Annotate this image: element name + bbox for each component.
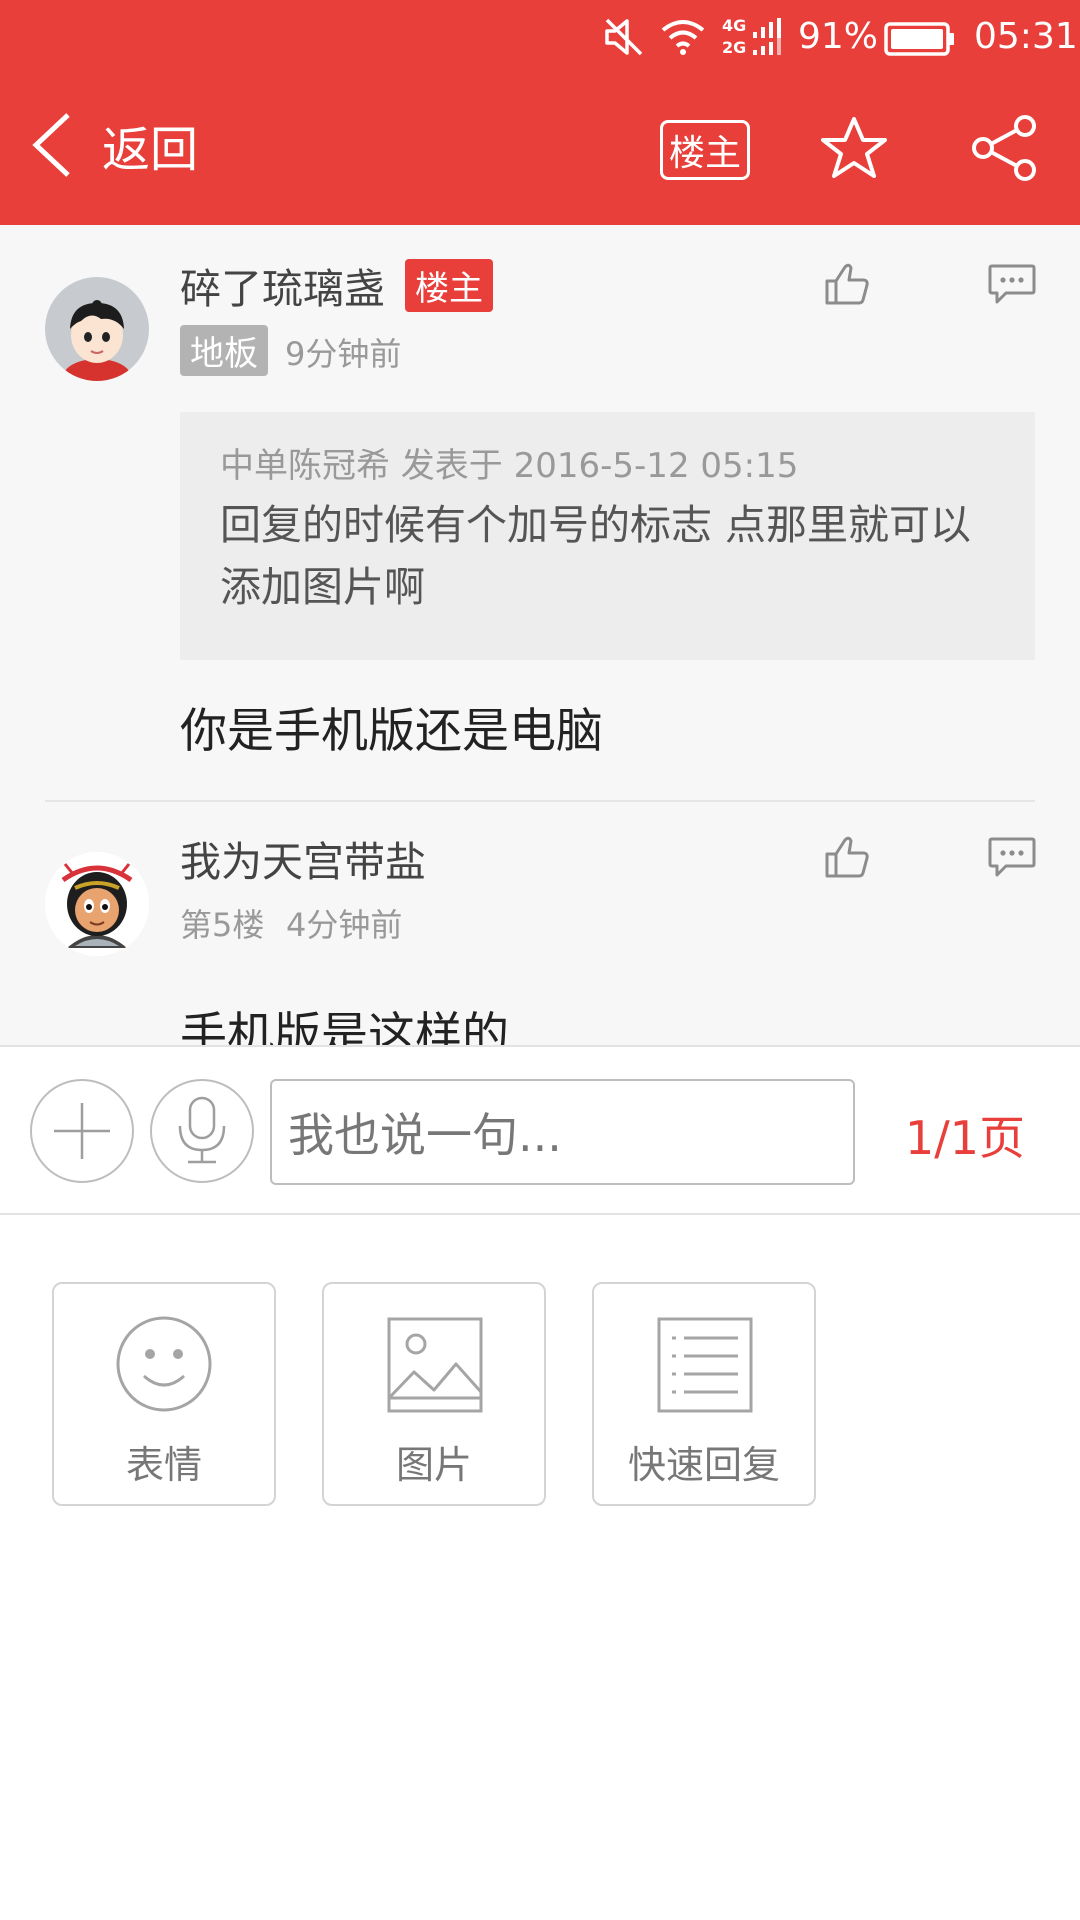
floor-label: 第5楼 <box>180 906 265 944</box>
quoted-reply: 中单陈冠希 发表于 2016-5-12 05:15 回复的时候有个加号的标志 点… <box>180 412 1035 660</box>
nav-bar: 返回 楼主 <box>0 90 1080 210</box>
image-icon <box>387 1317 483 1413</box>
comment-icon[interactable] <box>988 263 1036 305</box>
quote-body-line-1: 回复的时候有个加号的标志 点那里就可以 <box>220 501 972 549</box>
owner-badge: 楼主 <box>405 259 493 312</box>
back-label: 返回 <box>102 122 199 178</box>
avatar-monkey-king-icon <box>45 852 149 956</box>
post-list: 碎了琉璃盏 楼主 地板 9分钟前 中单陈冠希 发表于 2016-5-12 05:… <box>0 225 1080 1045</box>
avatar-boy-icon <box>45 277 149 381</box>
reply-bar: 我也说一句... 1/1页 <box>0 1045 1080 1215</box>
post-time: 9分钟前 <box>285 335 402 373</box>
microphone-icon <box>178 1096 226 1164</box>
add-button[interactable] <box>30 1079 134 1183</box>
owner-only-button[interactable]: 楼主 <box>660 120 750 180</box>
top-bar: 4G 2G 91% 05:31 返回 楼主 <box>0 0 1080 225</box>
tool-label: 表情 <box>125 1443 202 1487</box>
list-item: 碎了琉璃盏 楼主 地板 9分钟前 中单陈冠希 发表于 2016-5-12 05:… <box>0 225 1080 800</box>
comment-icon[interactable] <box>988 836 1036 878</box>
network-2g-label: 2G <box>722 38 747 57</box>
clock: 05:31 <box>974 16 1078 57</box>
avatar[interactable] <box>45 277 149 381</box>
quote-body-line-2: 添加图片啊 <box>220 563 425 611</box>
username[interactable]: 我为天宫带盐 <box>180 828 426 888</box>
smiley-icon <box>116 1316 212 1412</box>
thumbs-up-icon[interactable] <box>824 261 870 307</box>
quote-meta: 中单陈冠希 发表于 2016-5-12 05:15 <box>220 446 799 486</box>
list-item: 我为天宫带盐 第5楼 4分钟前 手机版是这样的 <box>0 802 1080 1045</box>
avatar[interactable] <box>45 852 149 956</box>
battery-percent: 91% <box>798 16 879 57</box>
post-time: 4分钟前 <box>286 906 403 944</box>
post-text: 手机版是这样的 <box>180 1008 509 1045</box>
wifi-icon <box>661 20 705 55</box>
image-tool-button[interactable]: 图片 <box>322 1282 546 1506</box>
status-bar: 4G 2G 91% 05:31 <box>0 0 1080 80</box>
star-icon[interactable] <box>820 115 888 181</box>
plus-icon <box>54 1103 110 1159</box>
chevron-left-icon <box>32 113 70 177</box>
back-button[interactable]: 返回 <box>30 100 230 190</box>
network-4g-label: 4G <box>722 16 747 35</box>
page-indicator[interactable]: 1/1页 <box>905 1102 1025 1168</box>
emoji-tool-button[interactable]: 表情 <box>52 1282 276 1506</box>
tool-label: 图片 <box>395 1443 472 1487</box>
post-text: 你是手机版还是电脑 <box>180 704 603 759</box>
quick-reply-icon <box>657 1317 753 1413</box>
voice-button[interactable] <box>150 1079 254 1183</box>
battery-icon <box>884 22 954 56</box>
floor-badge: 地板 <box>180 325 268 376</box>
share-icon[interactable] <box>970 114 1040 182</box>
reply-input[interactable]: 我也说一句... <box>270 1079 855 1185</box>
quick-reply-tool-button[interactable]: 快速回复 <box>592 1282 816 1506</box>
mute-icon <box>605 18 643 56</box>
signal-icon <box>753 18 781 55</box>
thumbs-up-icon[interactable] <box>824 834 870 880</box>
tool-label: 快速回复 <box>627 1443 780 1487</box>
username[interactable]: 碎了琉璃盏 <box>180 255 385 315</box>
